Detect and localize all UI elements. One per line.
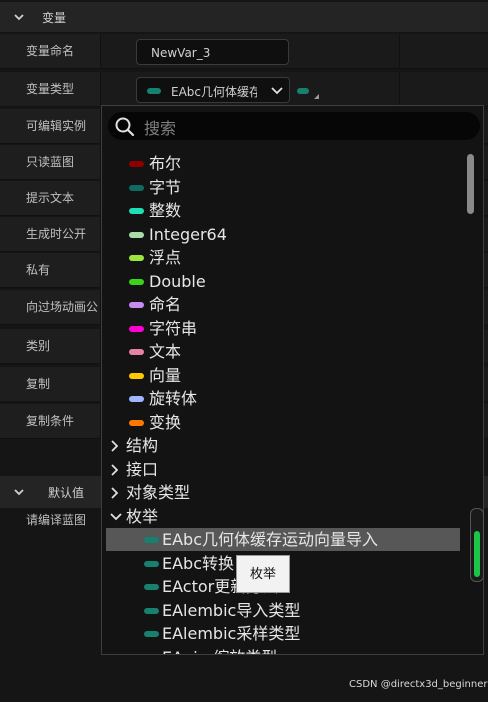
- chevron-right-icon: [111, 487, 119, 499]
- category-interface[interactable]: 接口: [102, 458, 462, 481]
- details-scrollbar-thumb[interactable]: [474, 531, 480, 577]
- details-scrollbar[interactable]: [470, 508, 484, 582]
- section-title: 变量: [42, 10, 67, 25]
- type-item-rotator[interactable]: 旋转体: [102, 387, 462, 410]
- variable-type-value: EAbc几何体缓存运动向量导入: [171, 85, 257, 99]
- chevron-down-icon: [14, 14, 24, 21]
- chevron-down-icon: [14, 489, 24, 496]
- type-color-pill: [129, 419, 144, 426]
- property-label: 只读蓝图: [0, 145, 100, 179]
- property-label: 生成时公开: [0, 217, 100, 251]
- type-picker-popup: 搜索 布尔 字节 整数 Integer64 浮点 Double 命名 字符串 文…: [101, 105, 484, 655]
- type-color-pill: [129, 349, 144, 355]
- type-color-pill: [129, 372, 144, 379]
- chevron-right-icon: [111, 440, 119, 452]
- popup-scrollbar-thumb[interactable]: [467, 154, 474, 214]
- type-item-byte[interactable]: 字节: [102, 176, 462, 199]
- chevron-right-icon: [111, 463, 119, 476]
- tooltip: 枚举: [236, 555, 290, 593]
- property-label: 类别: [0, 329, 100, 363]
- type-color-pill: [144, 584, 159, 590]
- type-item-transform[interactable]: 变换: [102, 411, 462, 434]
- type-color-pill: [129, 278, 144, 285]
- category-structure[interactable]: 结构: [102, 434, 462, 457]
- variable-name-input[interactable]: NewVar_3: [136, 39, 289, 65]
- container-type-corner-icon: [314, 94, 319, 99]
- type-color-pill: [147, 88, 161, 94]
- type-color-pill: [129, 184, 144, 191]
- search-icon: [115, 117, 135, 137]
- type-color-pill: [129, 302, 144, 308]
- type-color-pill: [144, 560, 159, 567]
- container-type-button[interactable]: [297, 88, 309, 94]
- type-item-integer64[interactable]: Integer64: [102, 223, 462, 246]
- variables-section-header[interactable]: 变量: [0, 2, 488, 32]
- type-color-pill: [144, 607, 159, 614]
- type-color-pill: [129, 208, 144, 214]
- chevron-down-icon: [271, 87, 283, 95]
- type-item-vector[interactable]: 向量: [102, 364, 462, 387]
- category-object-types[interactable]: 对象类型: [102, 481, 462, 504]
- property-label: 向过场动画公: [0, 290, 100, 324]
- property-label: 复制条件: [0, 404, 100, 438]
- enum-item-selected[interactable]: EAbc几何体缓存运动向量导入: [106, 528, 460, 551]
- property-label: 提示文本: [0, 181, 100, 215]
- category-enum[interactable]: 枚举: [102, 505, 462, 528]
- type-item-float[interactable]: 浮点: [102, 246, 462, 269]
- property-label: 变量类型: [0, 72, 100, 106]
- type-item-bool[interactable]: 布尔: [102, 152, 462, 175]
- type-color-pill: [129, 255, 144, 261]
- type-color-pill: [144, 631, 159, 637]
- enum-item[interactable]: EAnim缩放类型: [102, 646, 462, 656]
- type-item-name[interactable]: 命名: [102, 293, 462, 316]
- property-label: 私有: [0, 253, 100, 287]
- type-color-pill: [144, 537, 159, 543]
- type-item-string[interactable]: 字符串: [102, 317, 462, 340]
- type-color-pill: [129, 161, 144, 167]
- property-label: 变量命名: [0, 34, 100, 68]
- property-label: 可编辑实例: [0, 109, 100, 143]
- watermark: CSDN @directx3d_beginner: [349, 679, 488, 690]
- type-color-pill: [129, 231, 144, 238]
- type-item-integer[interactable]: 整数: [102, 199, 462, 222]
- type-item-double[interactable]: Double: [102, 270, 462, 293]
- enum-item[interactable]: EAlembic采样类型: [102, 622, 462, 645]
- enum-item[interactable]: EAlembic导入类型: [102, 599, 462, 622]
- type-color-pill: [144, 655, 159, 656]
- type-color-pill: [129, 396, 144, 402]
- type-item-text[interactable]: 文本: [102, 340, 462, 363]
- compile-blueprint-hint: 请编译蓝图: [26, 513, 87, 527]
- variable-type-dropdown[interactable]: EAbc几何体缓存运动向量导入: [136, 77, 290, 103]
- section-title: 默认值: [48, 485, 85, 500]
- chevron-down-icon: [110, 512, 122, 520]
- type-color-pill: [129, 325, 144, 332]
- property-label: 复制: [0, 367, 100, 401]
- search-placeholder: 搜索: [144, 119, 177, 138]
- search-box[interactable]: 搜索: [108, 112, 480, 140]
